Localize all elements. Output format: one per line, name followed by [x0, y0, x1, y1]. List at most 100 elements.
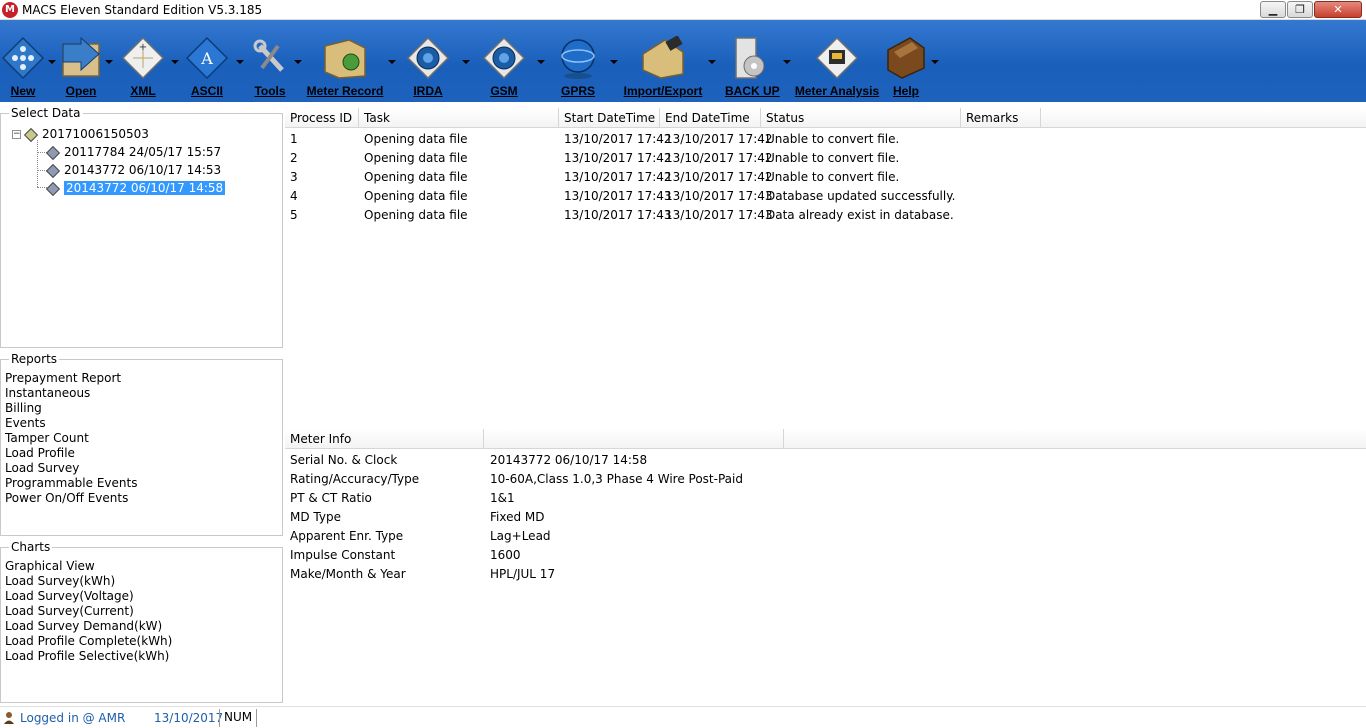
dropdown-arrow-icon[interactable]	[783, 60, 791, 64]
meter-info-label: Apparent Enr. Type	[290, 529, 404, 543]
meter-info-row: Apparent Enr. Type Lag+Lead	[285, 527, 1366, 546]
backup-button[interactable]: BACK UP	[725, 20, 791, 102]
new-icon	[1, 36, 45, 80]
chart-item-load-profile-selective[interactable]: Load Profile Selective(kWh)	[5, 649, 172, 664]
toolbar-label: GPRS	[560, 84, 595, 98]
chart-item-load-profile-complete[interactable]: Load Profile Complete(kWh)	[5, 634, 172, 649]
meter-info-value: HPL/JUL 17	[490, 567, 556, 581]
report-item-billing[interactable]: Billing	[5, 401, 137, 416]
process-grid-header: Process ID Task Start DateTime End DateT…	[285, 108, 1366, 128]
dropdown-arrow-icon[interactable]	[537, 60, 545, 64]
report-item-power-on-off-events[interactable]: Power On/Off Events	[5, 491, 137, 506]
gsm-button[interactable]: GSM	[481, 20, 545, 102]
chart-item-graphical-view[interactable]: Graphical View	[5, 559, 172, 574]
column-header-start-datetime[interactable]: Start DateTime	[559, 108, 660, 128]
dropdown-arrow-icon[interactable]	[610, 60, 618, 64]
report-item-programmable-events[interactable]: Programmable Events	[5, 476, 137, 491]
collapse-toggle-icon[interactable]: −	[12, 130, 21, 139]
column-header-task[interactable]: Task	[359, 108, 559, 128]
cell-end-datetime: 13/10/2017 17:43	[665, 189, 773, 203]
report-item-load-profile[interactable]: Load Profile	[5, 446, 137, 461]
meter-info-row: Make/Month & Year HPL/JUL 17	[285, 565, 1366, 584]
cell-status: Unable to convert file.	[766, 151, 900, 165]
meter-info-label: Make/Month & Year	[290, 567, 406, 581]
folder-node-icon	[23, 127, 39, 142]
report-item-tamper-count[interactable]: Tamper Count	[5, 431, 137, 446]
column-header-end-datetime[interactable]: End DateTime	[660, 108, 761, 128]
maximize-button[interactable]: ❐	[1287, 1, 1313, 18]
help-button[interactable]: Help	[883, 20, 939, 102]
new-button[interactable]: New	[0, 20, 56, 102]
cell-task: Opening data file	[364, 189, 468, 203]
table-row[interactable]: 4 Opening data file 13/10/2017 17:43 13/…	[285, 187, 1366, 206]
meter-analysis-button[interactable]: Meter Analysis	[793, 20, 881, 102]
dropdown-arrow-icon[interactable]	[171, 60, 179, 64]
cell-process-id: 5	[290, 208, 298, 222]
report-item-events[interactable]: Events	[5, 416, 137, 431]
open-folder-icon	[62, 36, 100, 77]
dropdown-arrow-icon[interactable]	[105, 60, 113, 64]
chart-item-load-survey-demand[interactable]: Load Survey Demand(kW)	[5, 619, 172, 634]
meter-node-icon	[45, 145, 61, 160]
ascii-button[interactable]: A ASCII	[184, 20, 244, 102]
dropdown-arrow-icon[interactable]	[931, 60, 939, 64]
chart-item-load-survey-voltage[interactable]: Load Survey(Voltage)	[5, 589, 172, 604]
window-title: MACS Eleven Standard Edition V5.3.185	[22, 3, 263, 17]
table-row[interactable]: 2 Opening data file 13/10/2017 17:42 13/…	[285, 149, 1366, 168]
tree-root-node[interactable]: 20171006150503	[23, 126, 149, 142]
minimize-button[interactable]: ▁	[1260, 1, 1286, 18]
dropdown-arrow-icon[interactable]	[708, 60, 716, 64]
report-item-instantaneous[interactable]: Instantaneous	[5, 386, 137, 401]
gprs-button[interactable]: GPRS	[556, 20, 618, 102]
meter-info-header: Meter Info	[285, 429, 1366, 449]
toolbar-label: New	[10, 84, 36, 98]
chart-item-load-survey-kwh[interactable]: Load Survey(kWh)	[5, 574, 172, 589]
column-header-status[interactable]: Status	[761, 108, 961, 128]
dropdown-arrow-icon[interactable]	[48, 60, 56, 64]
tree-node[interactable]: 20117784 24/05/17 15:57	[45, 144, 221, 160]
dropdown-arrow-icon[interactable]	[294, 60, 302, 64]
toolbar-label: GSM	[490, 84, 518, 98]
gprs-icon	[561, 39, 595, 79]
panel-title: Charts	[9, 540, 53, 554]
table-row[interactable]: 1 Opening data file 13/10/2017 17:42 13/…	[285, 130, 1366, 149]
irda-button[interactable]: IRDA	[405, 20, 470, 102]
xml-button[interactable]: + XML	[120, 20, 179, 102]
import-export-icon	[642, 36, 684, 79]
meter-info-row: Rating/Accuracy/Type 10-60A,Class 1.0,3 …	[285, 470, 1366, 489]
column-header-process-id[interactable]: Process ID	[285, 108, 359, 128]
report-item-load-survey[interactable]: Load Survey	[5, 461, 137, 476]
cell-end-datetime: 13/10/2017 17:43	[665, 208, 773, 222]
app-logo-icon: M	[2, 2, 18, 18]
close-button[interactable]: ✕	[1314, 1, 1362, 18]
cell-status: Unable to convert file.	[766, 170, 900, 184]
open-button[interactable]: Open	[58, 20, 113, 102]
column-header-remarks[interactable]: Remarks	[961, 108, 1041, 128]
chart-item-load-survey-current[interactable]: Load Survey(Current)	[5, 604, 172, 619]
meter-node-icon	[45, 163, 61, 178]
cell-start-datetime: 13/10/2017 17:42	[564, 170, 672, 184]
tree-node-label: 20143772 06/10/17 14:58	[64, 181, 226, 195]
cell-status: Database updated successfully.	[766, 189, 956, 203]
tree-node[interactable]: 20143772 06/10/17 14:53	[45, 162, 221, 178]
toolbar-label: Open	[65, 84, 97, 98]
dropdown-arrow-icon[interactable]	[388, 60, 396, 64]
dropdown-arrow-icon[interactable]	[462, 60, 470, 64]
tools-button[interactable]: Tools	[248, 20, 302, 102]
cell-end-datetime: 13/10/2017 17:42	[665, 170, 773, 184]
dropdown-arrow-icon[interactable]	[236, 60, 244, 64]
meter-info-label: PT & CT Ratio	[290, 491, 372, 505]
cell-task: Opening data file	[364, 208, 468, 222]
meter-info-value: 1600	[490, 548, 521, 562]
meter-record-button[interactable]: Meter Record	[304, 20, 396, 102]
cell-task: Opening data file	[364, 170, 468, 184]
meter-record-icon	[324, 39, 366, 79]
cell-end-datetime: 13/10/2017 17:42	[665, 151, 773, 165]
tree-node-selected[interactable]: 20143772 06/10/17 14:58	[45, 180, 226, 196]
table-row[interactable]: 3 Opening data file 13/10/2017 17:42 13/…	[285, 168, 1366, 187]
report-item-prepayment[interactable]: Prepayment Report	[5, 371, 137, 386]
table-row[interactable]: 5 Opening data file 13/10/2017 17:43 13/…	[285, 206, 1366, 225]
import-export-button[interactable]: Import/Export	[618, 20, 716, 102]
meter-info-row: Serial No. & Clock 20143772 06/10/17 14:…	[285, 451, 1366, 470]
toolbar-label: XML	[130, 84, 156, 98]
